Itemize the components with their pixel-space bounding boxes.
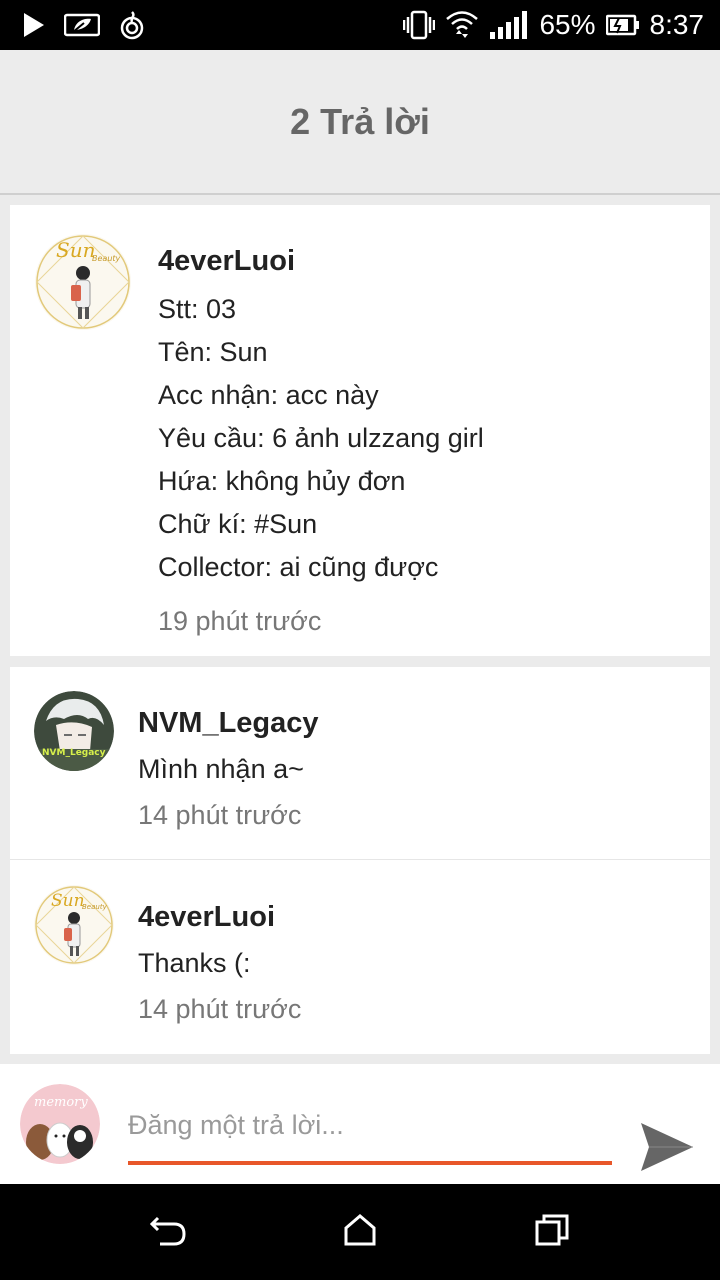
compose-bar: memory (0, 1064, 720, 1184)
signal-icon (489, 10, 529, 40)
post-line: Hứa: không hủy đơn (158, 466, 406, 496)
page-title: 2 Trả lời (290, 100, 430, 142)
input-underline (128, 1161, 612, 1165)
navigation-bar (0, 1184, 720, 1280)
post-line: Acc nhận: acc này (158, 380, 379, 410)
back-icon (149, 1214, 186, 1251)
post-line: Chữ kí: #Sun (158, 509, 318, 539)
reply-text: Thanks (: (138, 948, 251, 978)
svg-text:memory: memory (34, 1095, 88, 1110)
reply-input[interactable] (128, 1102, 612, 1148)
battery-percent: 65% (539, 9, 596, 40)
home-button[interactable] (340, 1212, 380, 1252)
send-button[interactable] (636, 1118, 698, 1180)
status-left (22, 10, 146, 40)
post-content: Stt: 03 Tên: Sun Acc nhận: acc này Yêu c… (158, 288, 690, 589)
clock: 8:37 (649, 9, 705, 40)
post-line: Tên: Sun (158, 337, 268, 367)
send-icon (639, 1121, 695, 1178)
svg-text:NVM_Legacy: NVM_Legacy (42, 748, 106, 758)
reply-timestamp: 14 phút trước (138, 800, 302, 830)
home-icon (344, 1213, 376, 1251)
fire-icon (118, 10, 146, 40)
post-line: Yêu cầu: 6 ảnh ulzzang girl (158, 423, 484, 453)
svg-text:Beauty: Beauty (82, 903, 108, 911)
status-right: 65% 8:37 (403, 9, 704, 41)
post-body: 4everLuoi Stt: 03 Tên: Sun Acc nhận: acc… (158, 241, 690, 641)
svg-text:Beauty: Beauty (92, 254, 121, 263)
reply-body: 4everLuoi Thanks (: 14 phút trước (138, 897, 690, 1029)
list-item: NVM_Legacy NVM_Legacy Mình nhận a~ 14 ph… (10, 667, 710, 860)
leaf-icon (64, 12, 100, 38)
header: 2 Trả lời (0, 50, 720, 195)
post-card: Sun Beauty 4everLuoi Stt: 03 Tên: Sun Ac… (10, 205, 710, 656)
post-author[interactable]: 4everLuoi (158, 241, 690, 281)
svg-text:Sun: Sun (56, 238, 95, 262)
reply-text: Mình nhận a~ (138, 754, 304, 784)
reply-author[interactable]: 4everLuoi (138, 897, 690, 937)
back-button[interactable] (148, 1212, 188, 1252)
post-line: Stt: 03 (158, 294, 237, 324)
post-line: Collector: ai cũng được (158, 552, 439, 582)
list-item: Sun Beauty 4everLuoi Thanks (: 14 phút t… (10, 861, 710, 1054)
post-timestamp: 19 phút trước (158, 606, 322, 636)
avatar[interactable]: memory (20, 1084, 100, 1164)
status-bar: 65% 8:37 (0, 0, 720, 50)
avatar[interactable]: Sun Beauty (34, 233, 132, 331)
avatar[interactable]: NVM_Legacy (34, 691, 114, 771)
reply-timestamp: 14 phút trước (138, 994, 302, 1024)
avatar[interactable]: Sun Beauty (34, 885, 114, 965)
battery-icon (605, 14, 640, 36)
play-icon (22, 12, 46, 38)
wifi-icon (445, 9, 479, 41)
reply-author[interactable]: NVM_Legacy (138, 703, 690, 743)
replies-card: NVM_Legacy NVM_Legacy Mình nhận a~ 14 ph… (10, 667, 710, 1054)
recent-apps-icon (535, 1214, 569, 1251)
reply-body: NVM_Legacy Mình nhận a~ 14 phút trước (138, 703, 690, 835)
vibrate-icon (403, 10, 436, 40)
svg-text:Sun: Sun (51, 891, 85, 911)
recent-apps-button[interactable] (532, 1212, 572, 1252)
